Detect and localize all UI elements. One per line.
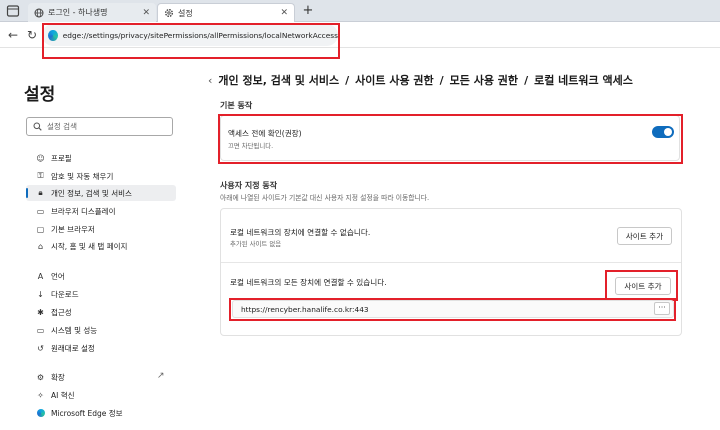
accessibility-icon: ✱ <box>37 307 44 317</box>
search-placeholder: 설정 검색 <box>47 122 77 131</box>
edge-icon <box>36 409 45 418</box>
sidebar-item-label: 언어 <box>51 271 65 281</box>
sidebar-item-ai[interactable]: ✧ AI 혁신 <box>26 387 176 403</box>
search-icon <box>33 122 42 131</box>
sidebar-item-label: 프로필 <box>51 153 72 163</box>
sidebar-item-label: 원래대로 설정 <box>51 343 95 353</box>
language-icon: A <box>37 271 44 281</box>
sidebar-item-passwords[interactable]: ⚿ 암호 및 자동 채우기 <box>26 168 176 184</box>
browser-icon: ▢ <box>36 224 45 234</box>
globe-icon <box>34 8 44 17</box>
reset-icon: ↺ <box>37 343 44 353</box>
back-arrow-icon[interactable]: ← <box>5 27 21 43</box>
sidebar-item-accessibility[interactable]: ✱ 접근성 <box>26 304 176 320</box>
profile-icon: ☺ <box>36 153 45 163</box>
section-label-default: 기본 동작 <box>220 101 253 110</box>
sidebar-item-default-browser[interactable]: ▢ 기본 브라우저 <box>26 221 176 237</box>
sidebar-item-downloads[interactable]: ↓ 다운로드 <box>26 286 176 302</box>
extension-icon: ⚙ <box>36 372 45 382</box>
close-icon[interactable]: ✕ <box>280 8 288 18</box>
ai-icon: ✧ <box>37 390 44 400</box>
breadcrumb-current: 로컬 네트워크 액세스 <box>534 74 633 87</box>
display-icon: ▭ <box>36 206 45 216</box>
section-description: 아래에 나열된 사이트가 기본값 대신 사용자 지정 설정을 따라 이동합니다. <box>220 194 430 202</box>
sidebar-item-display[interactable]: ▭ 브라우저 디스플레이 <box>26 203 176 219</box>
allow-list-title: 로컬 네트워크의 모든 장치에 연결할 수 있습니다. <box>230 278 387 287</box>
highlight-default-setting <box>218 114 683 164</box>
breadcrumb-privacy[interactable]: 개인 정보, 검색 및 서비스 <box>218 72 339 88</box>
sidebar-item-reset[interactable]: ↺ 원래대로 설정 <box>26 340 176 356</box>
back-chevron-icon[interactable]: ‹ <box>208 74 212 87</box>
tab-hanalife-login[interactable]: 로그인 - 하나생명 ✕ <box>28 3 156 22</box>
highlight-allowed-site <box>229 298 676 321</box>
sidebar-item-label: 암호 및 자동 채우기 <box>51 171 114 181</box>
sidebar-item-system[interactable]: ▭ 시스템 및 성능 <box>26 322 176 338</box>
download-icon: ↓ <box>37 289 44 299</box>
external-link-icon[interactable]: ↗ <box>157 371 165 381</box>
breadcrumb-separator: / <box>524 73 529 87</box>
sidebar-item-label: 브라우저 디스플레이 <box>51 206 116 216</box>
divider <box>221 262 681 263</box>
sidebar-item-label: 시스템 및 성능 <box>51 325 98 335</box>
gear-icon <box>165 9 173 17</box>
new-tab-button[interactable]: + <box>300 3 316 19</box>
sidebar-item-label: 확장 <box>51 372 65 382</box>
close-icon[interactable]: ✕ <box>142 8 150 18</box>
sidebar-item-label: 접근성 <box>51 307 72 317</box>
tab-label: 로그인 - 하나생명 <box>48 8 108 17</box>
block-list-empty: 추가된 사이트 없음 <box>230 240 282 248</box>
sidebar-item-label: Microsoft Edge 정보 <box>51 408 123 418</box>
highlight-address <box>42 23 340 59</box>
sidebar-item-profile[interactable]: ☺ 프로필 <box>26 150 176 166</box>
section-label-custom: 사용자 지정 동작 <box>220 181 278 190</box>
tab-label: 설정 <box>178 8 193 18</box>
sidebar-item-start-home[interactable]: ⌂ 시작, 홈 및 새 탭 페이지 <box>26 238 176 254</box>
selection-indicator <box>26 188 28 198</box>
sidebar-item-privacy[interactable]: 🔒︎ 개인 정보, 검색 및 서비스 <box>26 185 176 201</box>
block-list-title: 로컬 네트워크의 장치에 연결할 수 없습니다. <box>230 228 371 237</box>
home-icon: ⌂ <box>37 241 44 251</box>
system-icon: ▭ <box>36 325 45 335</box>
key-icon: ⚿ <box>37 171 44 180</box>
tab-settings[interactable]: 설정 ✕ <box>157 3 295 22</box>
sidebar-item-extensions[interactable]: ⚙ 확장 <box>26 369 176 385</box>
sidebar-item-label: 다운로드 <box>51 289 79 299</box>
breadcrumb-all-permissions[interactable]: 모든 사용 권한 <box>450 72 518 88</box>
sidebar-item-label: 개인 정보, 검색 및 서비스 <box>51 188 132 198</box>
breadcrumb-separator: / <box>345 73 350 87</box>
breadcrumb-site-permissions[interactable]: 사이트 사용 권한 <box>355 72 434 88</box>
refresh-icon[interactable]: ↻ <box>24 27 40 43</box>
search-input[interactable]: 설정 검색 <box>26 117 173 136</box>
add-site-button-block[interactable]: 사이트 추가 <box>617 227 672 245</box>
breadcrumb-separator: / <box>439 73 444 87</box>
window-menu-icon[interactable] <box>6 4 20 18</box>
sidebar-item-languages[interactable]: A 언어 <box>26 268 176 284</box>
sidebar-item-label: 시작, 홈 및 새 탭 페이지 <box>51 241 128 251</box>
page-title: 설정 <box>24 85 56 105</box>
sidebar-item-label: 기본 브라우저 <box>51 224 95 234</box>
highlight-add-site <box>605 270 678 301</box>
lock-icon: 🔒︎ <box>38 188 43 197</box>
breadcrumb: ‹ 개인 정보, 검색 및 서비스 / 사이트 사용 권한 / 모든 사용 권한… <box>208 72 633 88</box>
sidebar-item-label: AI 혁신 <box>51 390 75 400</box>
sidebar-item-about[interactable]: Microsoft Edge 정보 <box>26 405 176 421</box>
